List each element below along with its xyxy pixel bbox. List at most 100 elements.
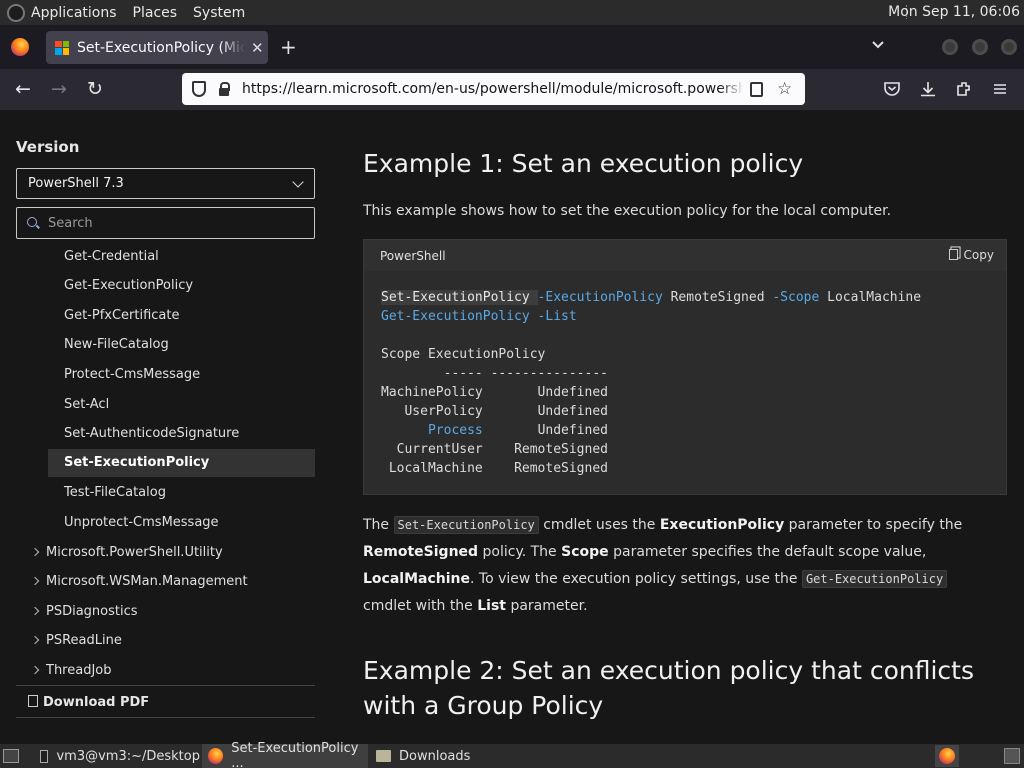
menu-hamburger-icon[interactable]	[991, 80, 1009, 98]
toc-group-threadjob[interactable]: ThreadJob	[30, 657, 112, 685]
toc-group-wsman-management[interactable]: Microsoft.WSMan.Management	[30, 568, 248, 596]
toc-group-label: ThreadJob	[46, 663, 112, 678]
downloads-icon[interactable]	[919, 80, 937, 98]
output-rows: MachinePolicy Undefined UserPolicy Undef…	[381, 385, 608, 476]
forward-arrow-icon[interactable]: →	[51, 78, 67, 100]
download-pdf-link[interactable]: Download PDF	[28, 694, 149, 710]
output-scope: UserPolicy	[404, 404, 483, 419]
output-policy: Undefined	[537, 423, 609, 438]
reader-view-icon[interactable]	[750, 81, 763, 97]
reload-icon[interactable]: ↻	[87, 78, 103, 100]
output-policy: Undefined	[537, 404, 609, 419]
toc-group-psreadline[interactable]: PSReadLine	[30, 627, 122, 655]
code-param: -List	[537, 309, 577, 324]
search-placeholder: Search	[48, 216, 93, 231]
new-tab-button[interactable]: +	[280, 35, 297, 59]
system-logo-icon[interactable]	[7, 3, 25, 22]
navigation-toolbar: ← → ↻ https://learn.microsoft.com/en-us/…	[0, 69, 1024, 110]
output-rule: ----- ---------------	[381, 366, 608, 381]
copy-button[interactable]: Copy	[948, 248, 994, 262]
example2-heading: Example 2: Set an execution policy that …	[363, 656, 974, 720]
task-terminal[interactable]: vm3@vm3:~/Desktop	[34, 744, 200, 768]
tab-strip: Set-ExecutionPolicy (Microsoft.PowerShel…	[0, 25, 1024, 69]
task-downloads[interactable]: Downloads	[370, 744, 536, 768]
menu-system[interactable]: System	[193, 5, 245, 21]
toc-item-get-credential[interactable]: Get-Credential	[48, 243, 315, 271]
show-desktop-icon[interactable]	[3, 749, 19, 763]
example1-explanation: The Set-ExecutionPolicy cmdlet uses the …	[363, 516, 963, 614]
firefox-icon	[939, 748, 955, 764]
task-firefox[interactable]: Set-ExecutionPolicy ...	[202, 741, 368, 768]
back-arrow-icon[interactable]: ←	[15, 78, 31, 100]
taskbar: vm3@vm3:~/Desktop Set-ExecutionPolicy ..…	[0, 741, 1024, 768]
toc-item-protect-cmsmessage[interactable]: Protect-CmsMessage	[48, 361, 315, 389]
output-scope: MachinePolicy	[381, 385, 483, 400]
url-bar[interactable]: https://learn.microsoft.com/en-us/powers…	[182, 73, 805, 105]
code-param: -ExecutionPolicy	[537, 290, 663, 305]
lock-icon[interactable]	[218, 82, 230, 96]
example1-description: This example shows how to set the execut…	[363, 203, 892, 219]
chevron-right-icon	[30, 606, 40, 616]
toc-item-get-executionpolicy[interactable]: Get-ExecutionPolicy	[48, 272, 315, 300]
download-pdf-label: Download PDF	[43, 695, 150, 710]
tray-firefox[interactable]	[935, 745, 959, 767]
version-select[interactable]: PowerShell 7.3	[16, 168, 315, 199]
tab-set-executionpolicy[interactable]: Set-ExecutionPolicy (Microsoft.PowerShel…	[46, 31, 268, 64]
output-header: Scope ExecutionPolicy	[381, 347, 546, 362]
code-param: -Scope	[772, 290, 820, 305]
clock[interactable]: Mon Sep 11, 06:06	[888, 4, 1020, 20]
close-tab-icon[interactable]: ✕	[251, 39, 264, 57]
workspace-switcher-icon[interactable]	[1004, 748, 1020, 764]
version-heading: Version	[16, 138, 80, 156]
toc-item-test-filecatalog[interactable]: Test-FileCatalog	[48, 479, 315, 507]
toc-group-psdiagnostics[interactable]: PSDiagnostics	[30, 598, 138, 626]
code-cmd: Set-ExecutionPolicy	[381, 290, 530, 305]
tracking-protection-shield-icon[interactable]	[192, 81, 206, 97]
toc-item-new-filecatalog[interactable]: New-FileCatalog	[48, 331, 315, 359]
url-text[interactable]: https://learn.microsoft.com/en-us/powers…	[242, 81, 744, 97]
chevron-right-icon	[30, 635, 40, 645]
pdf-icon	[28, 695, 38, 707]
chevron-right-icon	[30, 576, 40, 586]
code-text[interactable]: Set-ExecutionPolicy -ExecutionPolicy Rem…	[381, 288, 921, 478]
menu-applications[interactable]: Applications	[31, 5, 117, 21]
maximize-window-button[interactable]	[972, 39, 988, 55]
toc-item-get-pfxcertificate[interactable]: Get-PfxCertificate	[48, 302, 315, 330]
list-all-tabs-icon[interactable]	[870, 37, 886, 53]
output-policy: RemoteSigned	[514, 461, 608, 476]
toc-group-label: PSDiagnostics	[46, 604, 138, 619]
sidebar-divider	[16, 685, 315, 686]
close-window-button[interactable]	[1001, 39, 1017, 55]
code-value: LocalMachine	[827, 290, 922, 305]
chevron-down-icon	[292, 176, 304, 188]
toc-item-set-executionpolicy[interactable]: Set-ExecutionPolicy	[48, 449, 315, 477]
chevron-right-icon	[30, 665, 40, 675]
menu-places[interactable]: Places	[133, 5, 178, 21]
bookmark-star-icon[interactable]: ☆	[777, 79, 792, 99]
output-row: CurrentUser RemoteSigned	[381, 442, 608, 457]
main-content: Example 1: Set an execution policy This …	[340, 110, 1024, 744]
example1-heading: Example 1: Set an execution policy	[363, 149, 804, 178]
minimize-window-button[interactable]	[942, 39, 958, 55]
toc-item-unprotect-cmsmessage[interactable]: Unprotect-CmsMessage	[48, 509, 315, 537]
copy-label: Copy	[963, 248, 994, 262]
copy-icon	[948, 249, 958, 260]
sidebar-divider	[16, 717, 315, 718]
task-label: Downloads	[399, 748, 471, 764]
search-icon	[27, 217, 37, 227]
task-label: vm3@vm3:~/Desktop	[56, 748, 200, 764]
code-cmd: Get-ExecutionPolicy	[381, 309, 530, 324]
toc-item-set-authenticodesignature[interactable]: Set-AuthenticodeSignature	[48, 420, 315, 448]
toc-group-powershell-utility[interactable]: Microsoft.PowerShell.Utility	[30, 539, 223, 567]
output-scope: Process	[427, 423, 483, 438]
toc-group-label: Microsoft.WSMan.Management	[46, 574, 248, 589]
pocket-icon[interactable]	[883, 80, 901, 98]
toc-search-input[interactable]: Search	[16, 207, 315, 239]
top-panel: Applications Places System Mon Sep 11, 0…	[0, 0, 1024, 25]
folder-icon	[376, 750, 391, 762]
extensions-icon[interactable]	[955, 80, 973, 98]
toc-item-set-acl[interactable]: Set-Acl	[48, 391, 315, 419]
toc-group-label: PSReadLine	[46, 633, 122, 648]
firefox-view-icon[interactable]	[11, 38, 29, 56]
code-value: RemoteSigned	[670, 290, 765, 305]
